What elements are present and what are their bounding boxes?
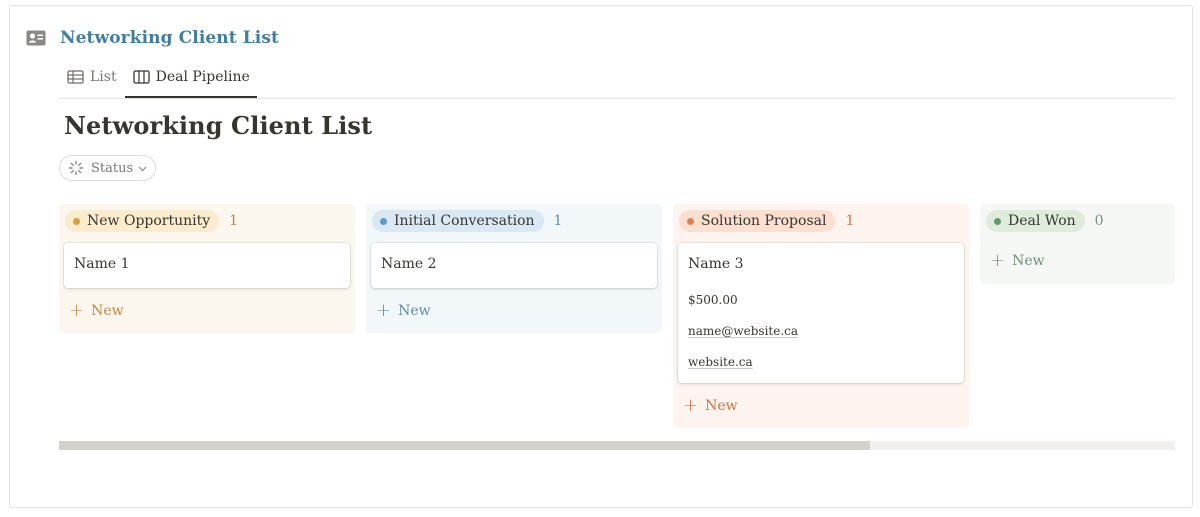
plus-icon: +	[69, 300, 85, 321]
status-pill[interactable]: Deal Won	[986, 210, 1085, 232]
database-header: Networking Client List	[26, 24, 279, 52]
board-column-deal-won: Deal Won 0 + New	[980, 204, 1175, 284]
card-email[interactable]: name@website.ca	[688, 324, 798, 338]
status-dot	[687, 217, 694, 225]
status-label: New Opportunity	[87, 213, 211, 229]
status-pill[interactable]: Initial Conversation	[372, 210, 544, 232]
board-card[interactable]: Name 1	[64, 243, 350, 288]
tab-list-label: List	[90, 69, 117, 85]
column-count: 1	[845, 213, 855, 229]
status-filter-chip[interactable]: Status	[59, 155, 157, 181]
card-website[interactable]: website.ca	[688, 355, 753, 369]
tab-list[interactable]: List	[59, 62, 125, 92]
add-new-card-button[interactable]: + New	[683, 395, 738, 417]
status-spinner-icon	[68, 160, 84, 176]
add-new-card-button[interactable]: + New	[69, 300, 124, 322]
board-column-initial-conversation: Initial Conversation 1 Name 2 + New	[366, 204, 662, 333]
card-title: Name 3	[688, 256, 744, 272]
status-filter-label: Status	[91, 160, 134, 176]
database-title[interactable]: Networking Client List	[60, 28, 279, 48]
new-button-label: New	[1012, 253, 1045, 269]
plus-icon: +	[990, 250, 1006, 271]
add-new-card-button[interactable]: + New	[376, 300, 431, 322]
column-count: 1	[553, 213, 563, 229]
plus-icon: +	[376, 300, 392, 321]
status-dot	[73, 217, 80, 225]
board-column-solution-proposal: Solution Proposal 1 Name 3 $500.00 name@…	[673, 204, 969, 428]
new-button-label: New	[91, 303, 124, 319]
new-button-label: New	[398, 303, 431, 319]
page-title: Networking Client List	[64, 111, 373, 140]
tab-deal-pipeline[interactable]: Deal Pipeline	[125, 62, 258, 92]
status-pill[interactable]: Solution Proposal	[679, 210, 836, 232]
contact-card-icon	[26, 30, 46, 46]
column-count: 1	[229, 213, 239, 229]
column-header: New Opportunity 1	[65, 210, 238, 232]
board-columns-icon	[132, 70, 150, 84]
card-title: Name 2	[381, 256, 437, 272]
status-dot	[380, 217, 387, 225]
add-new-card-button[interactable]: + New	[990, 250, 1045, 272]
horizontal-scrollbar-thumb[interactable]	[59, 441, 870, 450]
card-amount: $500.00	[688, 293, 738, 307]
tab-deal-pipeline-label: Deal Pipeline	[155, 69, 250, 85]
card-title: Name 1	[74, 256, 130, 272]
board-card[interactable]: Name 3 $500.00 name@website.ca website.c…	[678, 243, 964, 383]
status-dot	[994, 217, 1001, 225]
plus-icon: +	[683, 395, 699, 416]
status-label: Deal Won	[1008, 213, 1076, 229]
status-label: Solution Proposal	[701, 213, 827, 229]
view-tabs: List Deal Pipeline	[59, 62, 258, 98]
board-column-new-opportunity: New Opportunity 1 Name 1 + New	[59, 204, 355, 333]
column-header: Solution Proposal 1	[679, 210, 854, 232]
table-icon	[67, 70, 84, 84]
column-header: Initial Conversation 1	[372, 210, 562, 232]
tabs-divider	[59, 98, 1174, 99]
column-count: 0	[1094, 213, 1104, 229]
status-label: Initial Conversation	[394, 213, 535, 229]
status-pill[interactable]: New Opportunity	[65, 210, 220, 232]
column-header: Deal Won 0	[986, 210, 1104, 232]
chevron-down-icon	[138, 166, 147, 171]
new-button-label: New	[705, 398, 738, 414]
board-card[interactable]: Name 2	[371, 243, 657, 288]
